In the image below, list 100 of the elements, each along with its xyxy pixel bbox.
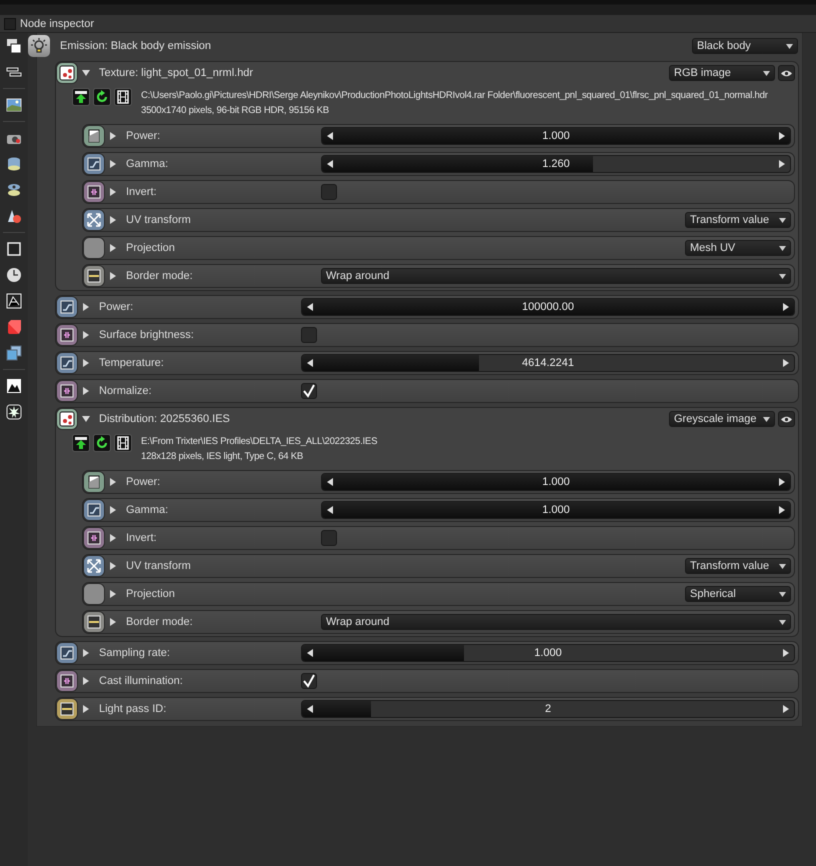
expand-arrow-icon[interactable] <box>82 69 90 77</box>
expand-arrow-icon[interactable] <box>109 562 117 570</box>
burst-icon[interactable] <box>6 404 22 420</box>
pin-icon[interactable] <box>83 181 105 203</box>
dropdown[interactable]: Spherical <box>685 586 791 602</box>
expand-arrow-icon[interactable] <box>109 160 117 168</box>
value-slider[interactable]: 4614.2241 <box>301 354 795 372</box>
checkbox[interactable] <box>321 530 337 546</box>
value-slider[interactable]: 2 <box>301 700 795 718</box>
increment-arrow-icon[interactable] <box>783 649 789 657</box>
emission-button[interactable] <box>28 35 50 57</box>
value-slider[interactable]: 1.000 <box>301 644 795 662</box>
dropdown[interactable]: Wrap around <box>321 268 791 284</box>
pin-icon[interactable] <box>83 265 105 287</box>
value-slider[interactable]: 1.000 <box>321 127 791 145</box>
decrement-arrow-icon[interactable] <box>327 478 333 486</box>
pin-icon[interactable] <box>83 527 105 549</box>
expand-arrow-icon[interactable] <box>109 618 117 626</box>
expand-arrow-icon[interactable] <box>82 387 90 395</box>
pin-icon[interactable] <box>56 296 78 318</box>
expand-arrow-icon[interactable] <box>82 359 90 367</box>
load-file-button[interactable] <box>72 88 90 106</box>
cylinder-icon[interactable] <box>6 156 22 172</box>
decrement-arrow-icon[interactable] <box>307 303 313 311</box>
expand-arrow-icon[interactable] <box>109 506 117 514</box>
pin-icon[interactable] <box>56 352 78 374</box>
increment-arrow-icon[interactable] <box>779 478 785 486</box>
pin-icon[interactable] <box>83 209 105 231</box>
expand-arrow-icon[interactable] <box>109 188 117 196</box>
film-strip-button[interactable] <box>114 88 132 106</box>
preview-button[interactable] <box>778 411 795 427</box>
image-icon[interactable] <box>6 97 22 113</box>
pin-icon[interactable] <box>83 555 105 577</box>
film-strip-button[interactable] <box>114 434 132 452</box>
increment-arrow-icon[interactable] <box>779 506 785 514</box>
param-label: Gamma: <box>125 504 170 516</box>
layers-icon[interactable] <box>6 38 22 54</box>
pin-icon[interactable] <box>83 611 105 633</box>
expand-arrow-icon[interactable] <box>109 244 117 252</box>
emission-type-dropdown[interactable]: Black body <box>692 38 798 54</box>
expand-arrow-icon[interactable] <box>109 216 117 224</box>
decrement-arrow-icon[interactable] <box>327 160 333 168</box>
pin-icon[interactable] <box>56 380 78 402</box>
dropdown[interactable]: Transform value <box>685 212 791 228</box>
expand-arrow-icon[interactable] <box>109 132 117 140</box>
increment-arrow-icon[interactable] <box>783 303 789 311</box>
expand-arrow-icon[interactable] <box>109 590 117 598</box>
checkbox[interactable] <box>301 383 317 399</box>
increment-arrow-icon[interactable] <box>779 160 785 168</box>
expand-arrow-icon[interactable] <box>109 478 117 486</box>
value-slider[interactable]: 1.260 <box>321 155 791 173</box>
dropdown[interactable]: Mesh UV <box>685 240 791 256</box>
decrement-arrow-icon[interactable] <box>307 705 313 713</box>
pin-icon[interactable] <box>56 670 78 692</box>
pin-icon[interactable] <box>56 698 78 720</box>
pin-icon[interactable] <box>56 408 78 430</box>
expand-arrow-icon[interactable] <box>82 677 90 685</box>
expand-arrow-icon[interactable] <box>109 534 117 542</box>
pin-icon[interactable] <box>83 125 105 147</box>
decrement-arrow-icon[interactable] <box>307 359 313 367</box>
increment-arrow-icon[interactable] <box>779 132 785 140</box>
cube-icon[interactable] <box>6 319 22 335</box>
preview-button[interactable] <box>778 65 795 81</box>
expand-arrow-icon[interactable] <box>82 415 90 423</box>
disc-stack-icon[interactable] <box>6 182 22 198</box>
increment-arrow-icon[interactable] <box>783 705 789 713</box>
reload-button[interactable] <box>93 434 111 452</box>
decrement-arrow-icon[interactable] <box>327 132 333 140</box>
expand-arrow-icon[interactable] <box>82 705 90 713</box>
panel-checkbox[interactable] <box>4 18 16 30</box>
type-dropdown[interactable]: Greyscale image <box>669 411 775 427</box>
checkbox[interactable] <box>301 327 317 343</box>
pin-icon[interactable] <box>56 324 78 346</box>
pin-icon[interactable] <box>83 499 105 521</box>
checkbox[interactable] <box>321 184 337 200</box>
shapes-icon[interactable] <box>6 208 22 224</box>
expand-arrow-icon[interactable] <box>82 303 90 311</box>
type-dropdown[interactable]: RGB image <box>669 65 775 81</box>
decrement-arrow-icon[interactable] <box>327 506 333 514</box>
pin-icon[interactable] <box>56 642 78 664</box>
pin-icon[interactable] <box>83 153 105 175</box>
caret-down-icon <box>779 564 786 568</box>
decrement-arrow-icon[interactable] <box>307 649 313 657</box>
increment-arrow-icon[interactable] <box>783 359 789 367</box>
value-slider[interactable]: 1.000 <box>321 501 791 519</box>
value-slider[interactable]: 1.000 <box>321 473 791 491</box>
clock-icon[interactable] <box>6 267 22 283</box>
pin-icon[interactable] <box>56 62 78 84</box>
stack-icon[interactable] <box>6 345 22 361</box>
reload-button[interactable] <box>93 88 111 106</box>
expand-arrow-icon[interactable] <box>82 331 90 339</box>
value-slider[interactable]: 100000.00 <box>301 298 795 316</box>
pin-icon[interactable] <box>83 471 105 493</box>
dropdown[interactable]: Transform value <box>685 558 791 574</box>
checkbox[interactable] <box>301 673 317 689</box>
dropdown[interactable]: Wrap around <box>321 614 791 630</box>
expand-arrow-icon[interactable] <box>82 649 90 657</box>
mountain-icon[interactable] <box>6 378 22 394</box>
load-file-button[interactable] <box>72 434 90 452</box>
expand-arrow-icon[interactable] <box>109 272 117 280</box>
